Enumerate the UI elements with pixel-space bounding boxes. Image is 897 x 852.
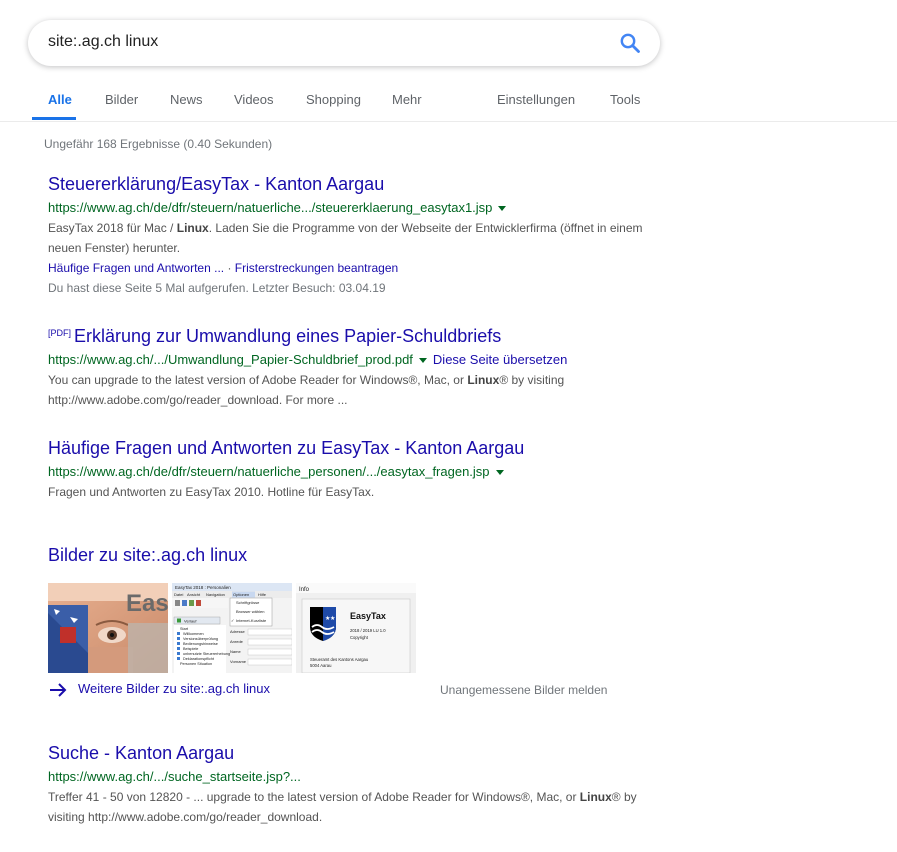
result-snippet: Treffer 41 - 50 von 12820 - ... upgrade … xyxy=(48,790,637,824)
thumbnail-tree-item: unbenutzte Steuererhebung xyxy=(183,652,230,656)
thumbnail-tree-item: Versionsüberprüfung xyxy=(183,637,218,641)
thumbnail-menu-item: Datei xyxy=(174,592,183,597)
result-title[interactable]: Steuererklärung/EasyTax - Kanton Aargau xyxy=(48,173,648,195)
image-thumbnail-graphic: EasyTax 2018 : Personalien Datei Ansicht… xyxy=(172,583,292,673)
more-images-link[interactable]: Weitere Bilder zu site:.ag.ch linux xyxy=(48,681,270,698)
thumbnail-popup-item: Internet-Kurzliste xyxy=(236,618,267,623)
thumbnail-field-label: Vorname xyxy=(230,659,247,664)
search-result: Steuererklärung/EasyTax - Kanton Aargau … xyxy=(48,173,648,298)
result-title[interactable]: [PDF] Erklärung zur Umwandlung eines Papi… xyxy=(48,325,648,347)
result-snippet: EasyTax 2018 für Mac / Linux. Laden Sie … xyxy=(48,221,643,255)
svg-text:★: ★ xyxy=(330,615,335,622)
thumbnail-product-name: EasyTax xyxy=(350,611,386,621)
tab-videos[interactable]: Videos xyxy=(234,92,274,107)
chevron-down-icon[interactable] xyxy=(498,206,507,212)
image-thumbnail-2[interactable]: EasyTax 2018 : Personalien Datei Ansicht… xyxy=(172,583,292,673)
search-box[interactable] xyxy=(28,20,660,66)
search-result: Häufige Fragen und Antworten zu EasyTax … xyxy=(48,437,648,502)
image-thumbnail-1[interactable]: Eas xyxy=(48,583,168,673)
tab-bilder[interactable]: Bilder xyxy=(105,92,138,107)
thumbnail-button-label: Verlauf xyxy=(184,619,197,624)
search-input[interactable] xyxy=(48,33,588,51)
result-url: https://www.ag.ch/.../Umwandlung_Papier-… xyxy=(48,352,568,367)
search-icon[interactable] xyxy=(618,31,642,55)
thumbnail-letters: Eas xyxy=(126,590,168,617)
tab-news[interactable]: News xyxy=(170,92,203,107)
arrow-right-icon xyxy=(50,682,67,697)
tab-einstellungen[interactable]: Einstellungen xyxy=(497,92,575,107)
image-thumbnail-3[interactable]: Info ★ ★ EasyTax 2018 / 2019 LU 1.0 Copy… xyxy=(296,583,416,673)
thumbnail-tree-item: Beispiele xyxy=(183,647,198,651)
result-snippet: Fragen und Antworten zu EasyTax 2010. Ho… xyxy=(48,485,375,499)
translate-link[interactable]: Diese Seite übersetzen xyxy=(433,352,567,367)
image-thumbnail-graphic: Info ★ ★ EasyTax 2018 / 2019 LU 1.0 Copy… xyxy=(296,583,416,673)
thumbnail-popup-item: Schriftgrösse xyxy=(236,600,260,605)
thumbnail-tree-item: Deklarationspflicht xyxy=(183,657,215,661)
search-result: [PDF] Erklärung zur Umwandlung eines Papi… xyxy=(48,325,648,410)
thumbnail-menu-item: Ansicht xyxy=(187,592,201,597)
thumbnail-menu-item: Hilfe xyxy=(258,592,267,597)
tab-tools[interactable]: Tools xyxy=(610,92,640,107)
search-tabs: Alle Bilder News Videos Shopping Mehr Ei… xyxy=(0,82,897,122)
result-title[interactable]: Häufige Fragen und Antworten zu EasyTax … xyxy=(48,437,648,459)
result-url: https://www.ag.ch/de/dfr/steuern/natuerl… xyxy=(48,198,648,218)
sitelink-fristerstreckung[interactable]: Fristerstreckungen beantragen xyxy=(235,261,398,275)
thumbnail-menu-item: Optionen xyxy=(233,592,249,597)
result-snippet: You can upgrade to the latest version of… xyxy=(48,373,565,407)
thumbnail-menu-item: Navigation xyxy=(206,592,225,597)
tab-shopping[interactable]: Shopping xyxy=(306,92,361,107)
result-url: https://www.ag.ch/.../suche_startseite.j… xyxy=(48,769,301,784)
thumbnail-version: 2018 / 2019 LU 1.0 xyxy=(350,628,386,633)
result-title[interactable]: Suche - Kanton Aargau xyxy=(48,742,648,764)
thumbnail-popup-item: Browser wählen xyxy=(236,609,264,614)
result-url: https://www.ag.ch/de/dfr/steuern/natuerl… xyxy=(48,462,648,482)
search-result: Suche - Kanton Aargau https://www.ag.ch/… xyxy=(48,742,648,827)
image-thumbnail-graphic: Eas xyxy=(48,583,168,673)
image-thumbnails: Eas EasyTax 2018 : Personalien Datei Ans… xyxy=(48,583,416,673)
svg-text:✓: ✓ xyxy=(231,618,234,623)
thumbnail-tree-item: Bedienungshinweise xyxy=(183,642,218,646)
thumbnail-city: 5004 Aarau xyxy=(310,663,332,668)
tab-mehr[interactable]: Mehr xyxy=(392,92,422,107)
thumbnail-office: Steueramt des Kantons Aargau xyxy=(310,657,369,662)
report-images-link[interactable]: Unangemessene Bilder melden xyxy=(440,683,607,697)
thumbnail-field-label: Anrede xyxy=(230,639,244,644)
thumbnail-tree-item: Personen Situation xyxy=(180,662,212,666)
sitelinks: Häufige Fragen und Antworten ... · Frist… xyxy=(48,261,399,275)
thumbnail-window-title: EasyTax 2018 : Personalien xyxy=(175,585,231,590)
chevron-down-icon[interactable] xyxy=(495,470,504,476)
thumbnail-tree-item: Willkommen xyxy=(183,632,204,636)
thumbnail-field-label: Name xyxy=(230,649,241,654)
thumbnail-copyright: Copyright xyxy=(350,635,369,640)
tabs-divider xyxy=(0,121,897,122)
thumbnail-field-label: Adresse xyxy=(230,629,245,634)
thumbnail-tree-item: Start xyxy=(180,627,189,631)
active-tab-indicator xyxy=(32,117,76,120)
result-stats: Ungefähr 168 Ergebnisse (0.40 Sekunden) xyxy=(44,137,273,151)
images-heading[interactable]: Bilder zu site:.ag.ch linux xyxy=(48,545,247,566)
pdf-tag: [PDF] xyxy=(48,328,72,338)
visit-history: Du hast diese Seite 5 Mal aufgerufen. Le… xyxy=(48,281,386,295)
tab-alle[interactable]: Alle xyxy=(48,92,72,107)
chevron-down-icon[interactable] xyxy=(418,358,427,364)
thumbnail-window-title: Info xyxy=(299,587,310,593)
sitelink-faq[interactable]: Häufige Fragen und Antworten ... xyxy=(48,261,224,275)
